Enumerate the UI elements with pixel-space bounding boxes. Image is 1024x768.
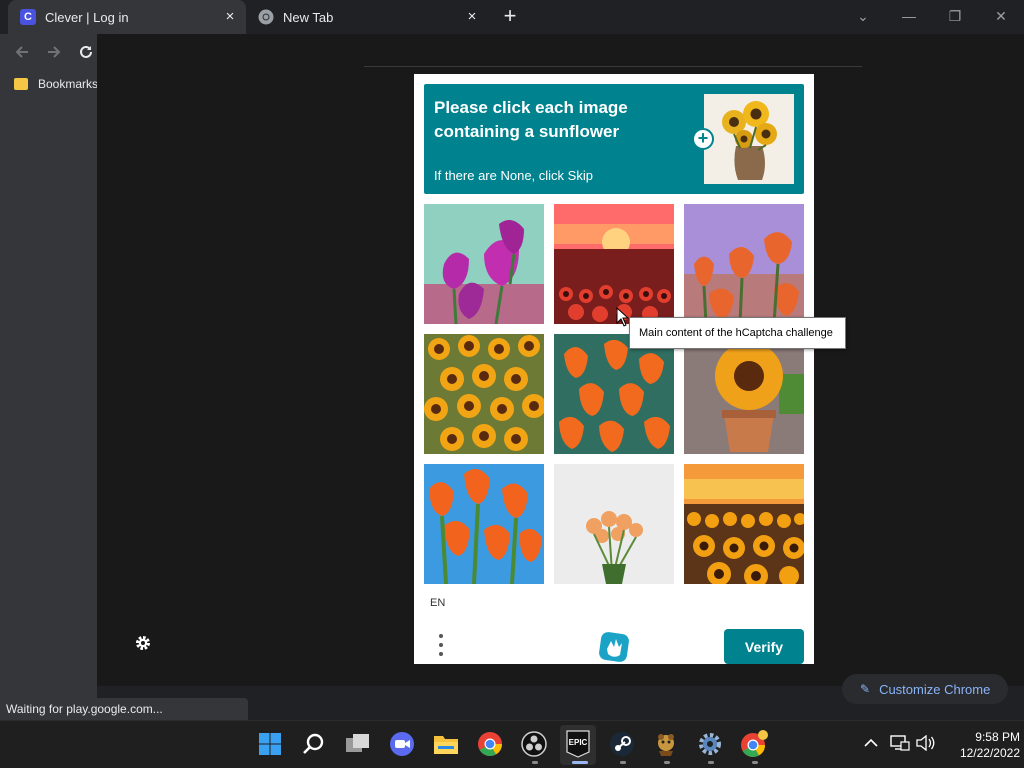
menu-dots-icon[interactable] xyxy=(436,634,446,660)
sunflower-vase-image[interactable] xyxy=(704,94,794,184)
running-indicator xyxy=(532,761,538,764)
bookmarks-folder[interactable]: Bookmarks xyxy=(14,75,98,93)
status-bar: Waiting for play.google.com... xyxy=(0,698,248,720)
customize-chrome-button[interactable]: ✎ Customize Chrome xyxy=(842,674,1008,704)
steam-icon[interactable] xyxy=(607,729,637,759)
folder-icon xyxy=(14,78,28,90)
back-arrow-icon[interactable] xyxy=(10,40,34,64)
close-tab-icon[interactable]: × xyxy=(464,9,480,25)
language-selector[interactable]: EN xyxy=(430,597,445,609)
tab-new-tab[interactable]: New Tab × xyxy=(246,0,488,34)
challenge-image-tile[interactable] xyxy=(554,204,674,324)
divider xyxy=(364,66,862,67)
new-tab-button[interactable]: + xyxy=(498,5,522,29)
clock-date: 12/22/2022 xyxy=(959,746,1020,760)
show-hidden-icons-chevron-icon[interactable] xyxy=(864,735,878,751)
plus-icon[interactable]: + xyxy=(692,128,714,150)
tab-title: Clever | Log in xyxy=(45,9,129,25)
tab-clever[interactable]: C Clever | Log in × xyxy=(8,0,246,34)
page-background xyxy=(0,98,97,698)
zoom-icon[interactable] xyxy=(387,729,417,759)
close-tab-icon[interactable]: × xyxy=(222,9,238,25)
challenge-prompt: Please click each image containing a sun… xyxy=(424,84,804,194)
hcaptcha-logo-icon xyxy=(598,631,630,663)
obs-icon[interactable] xyxy=(519,729,549,759)
challenge-image-tile[interactable] xyxy=(554,334,674,454)
challenge-image-tile[interactable] xyxy=(684,464,804,584)
close-window-button[interactable]: ✕ xyxy=(978,0,1024,32)
challenge-image-tile[interactable] xyxy=(554,464,674,584)
task-view-icon[interactable] xyxy=(343,729,373,759)
hcaptcha-challenge: Please click each image containing a sun… xyxy=(414,74,814,664)
taskbar: EPIC 9:58 PM 12/22/2022 xyxy=(0,720,1024,768)
running-indicator xyxy=(572,761,588,764)
prompt-subtitle: If there are None, click Skip xyxy=(434,168,593,183)
svg-text:EPIC: EPIC xyxy=(569,738,588,747)
challenge-image-tile[interactable] xyxy=(684,334,804,454)
running-indicator xyxy=(752,761,758,764)
running-indicator xyxy=(620,761,626,764)
tab-title: New Tab xyxy=(283,9,334,25)
prompt-title: Please click each image containing a sun… xyxy=(434,98,628,141)
settings-icon[interactable] xyxy=(695,729,725,759)
search-icon[interactable] xyxy=(299,729,329,759)
tab-strip: C Clever | Log in × New Tab × + ⌄ — ❐ ✕ xyxy=(0,0,1024,34)
bookmarks-label: Bookmarks xyxy=(38,77,99,91)
file-explorer-icon[interactable] xyxy=(431,729,461,759)
running-indicator xyxy=(708,761,714,764)
verify-button[interactable]: Verify xyxy=(724,629,804,664)
challenge-image-tile[interactable] xyxy=(684,204,804,324)
forward-arrow-icon[interactable] xyxy=(42,40,66,64)
challenge-image-tile[interactable] xyxy=(424,464,544,584)
gear-icon[interactable] xyxy=(134,634,152,652)
clever-c-icon: C xyxy=(20,9,36,25)
system-clock[interactable]: 9:58 PM 12/22/2022 xyxy=(940,729,1020,761)
tooltip: Main content of the hCaptcha challenge xyxy=(629,317,846,349)
minimize-button[interactable]: — xyxy=(886,0,932,32)
pencil-icon: ✎ xyxy=(860,682,871,696)
epic-games-icon[interactable]: EPIC xyxy=(563,729,593,759)
clock-time: 9:58 PM xyxy=(975,730,1020,744)
mouse-cursor-icon xyxy=(616,306,630,327)
reload-icon[interactable] xyxy=(74,40,98,64)
game-icon[interactable] xyxy=(651,729,681,759)
chrome-icon xyxy=(258,9,274,25)
running-indicator xyxy=(664,761,670,764)
network-icon[interactable] xyxy=(890,735,910,754)
chrome-icon[interactable] xyxy=(475,729,505,759)
challenge-image-tile[interactable] xyxy=(424,204,544,324)
chrome-profile-icon[interactable] xyxy=(739,729,769,759)
windows-start-icon[interactable] xyxy=(255,729,285,759)
challenge-image-tile[interactable] xyxy=(424,334,544,454)
volume-icon[interactable] xyxy=(916,734,936,754)
tab-search-chevron-icon[interactable]: ⌄ xyxy=(840,0,886,32)
customize-label: Customize Chrome xyxy=(879,681,991,697)
restore-button[interactable]: ❐ xyxy=(932,0,978,32)
